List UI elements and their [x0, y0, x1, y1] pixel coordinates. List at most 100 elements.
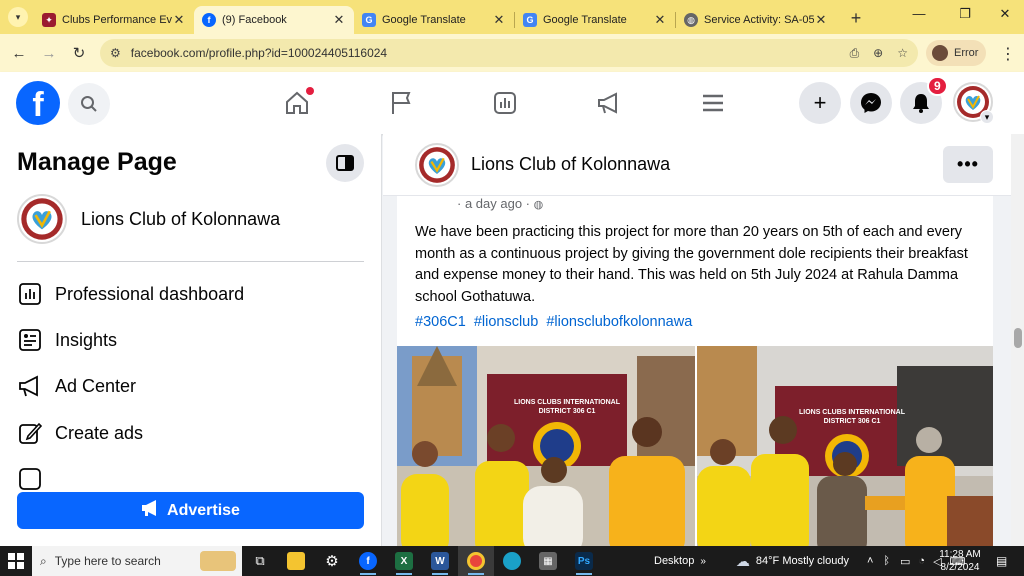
author-avatar[interactable]	[415, 143, 459, 187]
edit-icon	[17, 420, 43, 446]
messenger-button[interactable]	[850, 82, 892, 124]
collapse-sidebar-button[interactable]	[326, 144, 364, 182]
scrollbar-thumb[interactable]	[1014, 328, 1022, 348]
post-author-name[interactable]: Lions Club of Kolonnawa	[471, 154, 670, 175]
system-tray: Desktop » ☁ 84°F Mostly cloudy ˄ ᛒ ▭ ◔ ◁…	[640, 546, 965, 576]
sidebar-item-label: Professional dashboard	[55, 283, 245, 304]
bookmark-star-icon[interactable]: ☆	[897, 46, 908, 60]
address-bar[interactable]: ⚙ facebook.com/profile.php?id=1000244051…	[100, 39, 918, 67]
ads-nav-button[interactable]	[592, 86, 626, 120]
page-scrollbar[interactable]	[1011, 134, 1024, 546]
settings-icon[interactable]: ⚙	[314, 546, 350, 576]
taskbar-search-box[interactable]: ⌕ Type here to search	[32, 546, 242, 576]
dashboard-nav-button[interactable]	[488, 86, 522, 120]
megaphone-icon	[598, 92, 617, 114]
search-icon	[81, 96, 97, 112]
pages-nav-button[interactable]	[384, 86, 418, 120]
current-page-row[interactable]: Lions Club of Kolonnawa	[17, 194, 280, 244]
create-button[interactable]: +	[799, 82, 841, 124]
post-options-button[interactable]: •••	[943, 146, 993, 183]
hashtag-link[interactable]: #306C1	[415, 314, 466, 330]
post-timestamp[interactable]: · a day ago · ◍	[457, 196, 543, 211]
search-button[interactable]	[68, 83, 110, 125]
minimize-icon[interactable]: —	[904, 6, 934, 21]
manage-page-sidebar: Manage Page Lions Club of Kolonnawa Prof…	[0, 134, 382, 546]
hashtag-link[interactable]: #lionsclub	[474, 314, 539, 330]
tab-search-chevron-icon[interactable]: ▾	[8, 7, 28, 27]
profile-chip[interactable]: Error	[926, 40, 986, 66]
tab-title: Service Activity: SA-05	[704, 14, 814, 26]
globe-favicon-icon: ◍	[684, 13, 698, 27]
browser-menu-icon[interactable]: ⋮	[1000, 44, 1016, 64]
tray-overflow-icon[interactable]: ˄	[867, 555, 873, 567]
close-icon[interactable]: ✕	[653, 12, 667, 28]
dashboard-icon	[17, 281, 43, 307]
back-arrow-icon[interactable]: ←	[4, 45, 34, 62]
bluetooth-icon[interactable]: ᛒ	[883, 555, 890, 567]
advertise-button[interactable]: Advertise	[17, 492, 364, 529]
word-icon[interactable]: W	[422, 546, 458, 576]
hashtag-link[interactable]: #lionsclubofkolonnawa	[546, 314, 692, 330]
menu-nav-button[interactable]	[696, 86, 730, 120]
network-icon[interactable]: ▭	[900, 555, 910, 568]
post-time-text: · a day ago ·	[457, 196, 530, 211]
chevron-up-icon[interactable]: »	[700, 556, 706, 567]
reload-icon[interactable]: ↻	[64, 44, 94, 62]
start-button[interactable]	[0, 546, 32, 576]
partial-item-icon	[17, 466, 43, 492]
search-icon: ⌕	[40, 553, 47, 568]
chrome-icon[interactable]	[458, 546, 494, 576]
chevron-down-icon[interactable]: ▾	[980, 110, 994, 124]
notifications-icon[interactable]: ▤	[996, 554, 1007, 568]
lions-logo-icon	[419, 147, 455, 183]
window-close-icon[interactable]: ✕	[990, 6, 1020, 22]
main-content: Lions Club of Kolonnawa ••• · a day ago …	[383, 134, 1011, 546]
site-settings-icon[interactable]: ⚙	[110, 46, 121, 60]
close-icon[interactable]: ✕	[332, 12, 346, 28]
sidebar-item-ad-center[interactable]: Ad Center	[17, 371, 136, 401]
tab-title: Google Translate	[543, 14, 627, 26]
page-avatar	[17, 194, 67, 244]
wifi-icon[interactable]: ◔	[918, 555, 925, 567]
close-icon[interactable]: ✕	[814, 12, 828, 28]
install-app-icon[interactable]: ⎙	[850, 46, 860, 61]
excel-icon[interactable]: X	[386, 546, 422, 576]
flag-icon	[392, 92, 411, 114]
tab-clubs-performance[interactable]: ✦ Clubs Performance Eva ✕	[34, 6, 194, 34]
close-icon[interactable]: ✕	[492, 12, 506, 28]
lions-logo-icon	[21, 198, 63, 240]
tab-service-activity[interactable]: ◍ Service Activity: SA-05 ✕	[676, 6, 836, 34]
photoshop-icon[interactable]: Ps	[566, 546, 602, 576]
insights-icon	[17, 327, 43, 353]
weather-text[interactable]: 84°F Mostly cloudy	[756, 555, 849, 567]
post-photo-2[interactable]: LIONS CLUBS INTERNATIONAL DISTRICT 306 C…	[697, 346, 993, 546]
file-explorer-icon[interactable]	[278, 546, 314, 576]
forward-arrow-icon[interactable]: →	[34, 45, 64, 62]
calculator-icon[interactable]: ▦	[530, 546, 566, 576]
facebook-logo-icon[interactable]: f	[16, 81, 60, 125]
page-name: Lions Club of Kolonnawa	[81, 208, 281, 229]
sidebar-item-partial[interactable]	[17, 464, 43, 494]
post-card: · a day ago · ◍ We have been practicing …	[397, 196, 993, 546]
zoom-icon[interactable]: ⊕	[873, 46, 883, 60]
restore-icon[interactable]: ❐	[950, 6, 980, 22]
sidebar-item-professional-dashboard[interactable]: Professional dashboard	[17, 279, 244, 309]
tab-google-translate-1[interactable]: G Google Translate ✕	[354, 6, 514, 34]
taskbar-clock[interactable]: 11:28 AM 8/2/2024	[932, 548, 988, 574]
task-view-icon[interactable]: ⧉	[242, 546, 278, 576]
edge-icon[interactable]	[494, 546, 530, 576]
tab-google-translate-2[interactable]: G Google Translate ✕	[515, 6, 675, 34]
new-tab-plus-icon[interactable]: +	[846, 8, 866, 29]
post-photo-1[interactable]: LIONS CLUBS INTERNATIONAL DISTRICT 306 C…	[397, 346, 695, 546]
facebook-app-icon[interactable]: f	[350, 546, 386, 576]
url-text[interactable]: facebook.com/profile.php?id=100024405116…	[131, 46, 836, 60]
sidebar-item-insights[interactable]: Insights	[17, 325, 117, 355]
sidebar-item-create-ads[interactable]: Create ads	[17, 418, 143, 448]
taskbar-search-placeholder: Type here to search	[54, 554, 161, 568]
desktop-label[interactable]: Desktop	[654, 555, 694, 567]
tab-facebook[interactable]: f (9) Facebook ✕	[194, 6, 354, 34]
advertise-label: Advertise	[167, 501, 240, 519]
close-icon[interactable]: ✕	[172, 12, 186, 28]
globe-icon: ◍	[533, 199, 544, 211]
sidebar-item-label: Ad Center	[55, 375, 137, 396]
